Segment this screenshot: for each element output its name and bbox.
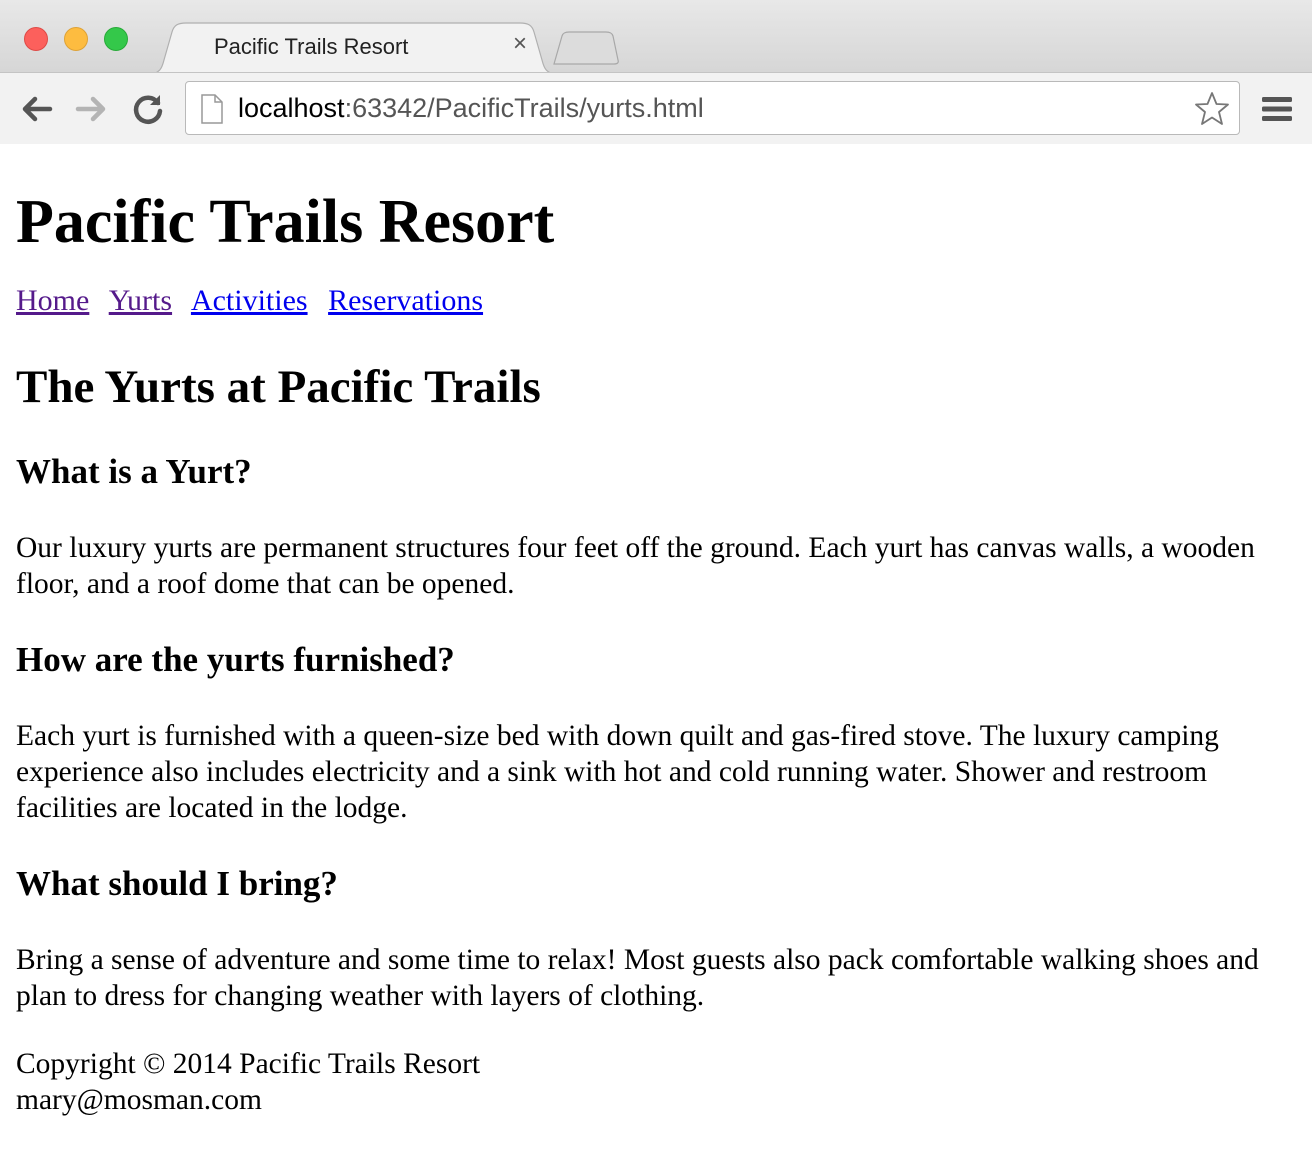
question-heading: How are the yurts furnished? (16, 640, 455, 679)
url-host: localhost (238, 93, 345, 123)
nav-link-reservations[interactable]: Reservations (328, 284, 483, 317)
new-tab-button[interactable] (552, 30, 620, 71)
bookmark-star-icon[interactable] (1193, 90, 1231, 133)
answer-text: Bring a sense of adventure and some time… (16, 944, 1259, 1012)
browser-toolbar: localhost:63342/PacificTrails/yurts.html (0, 72, 1312, 144)
answer-text: Each yurt is furnished with a queen-size… (16, 720, 1219, 824)
question-heading: What is a Yurt? (16, 452, 252, 491)
page-icon (200, 94, 224, 129)
nav-link-home[interactable]: Home (16, 284, 89, 317)
close-tab-icon[interactable]: × (508, 32, 532, 56)
nav-link-yurts[interactable]: Yurts (109, 284, 172, 317)
browser-tab[interactable]: Pacific Trails Resort × (148, 22, 558, 74)
maximize-window-button[interactable] (104, 27, 128, 51)
tab-title: Pacific Trails Resort (214, 34, 409, 59)
question-heading: What should I bring? (16, 864, 338, 903)
page-heading: The Yurts at Pacific Trails (16, 361, 541, 413)
tab-strip: Pacific Trails Resort × (0, 0, 1312, 74)
copyright-text: Copyright © 2014 Pacific Trails Resort (16, 1048, 481, 1080)
url-text[interactable]: localhost:63342/PacificTrails/yurts.html (238, 93, 704, 124)
footer-email: mary@mosman.com (16, 1084, 262, 1116)
browser-chrome: Pacific Trails Resort × localhost:63342/… (0, 0, 1312, 144)
hamburger-menu-icon[interactable] (1260, 91, 1294, 127)
back-arrow-icon[interactable] (18, 91, 54, 127)
close-window-button[interactable] (24, 27, 48, 51)
nav-link-activities[interactable]: Activities (191, 284, 308, 317)
answer-text: Our luxury yurts are permanent structure… (16, 532, 1255, 600)
footer: Copyright © 2014 Pacific Trails Resort m… (16, 1046, 1296, 1118)
site-title: Pacific Trails Resort (16, 188, 555, 256)
address-bar[interactable]: localhost:63342/PacificTrails/yurts.html (185, 81, 1240, 135)
page-content: Pacific Trails Resort Home Yurts Activit… (16, 144, 1296, 1118)
reload-icon[interactable] (130, 91, 166, 127)
url-path: :63342/PacificTrails/yurts.html (344, 93, 704, 123)
main-nav: Home Yurts Activities Reservations (16, 284, 1296, 318)
minimize-window-button[interactable] (64, 27, 88, 51)
forward-arrow-icon[interactable] (74, 91, 110, 127)
